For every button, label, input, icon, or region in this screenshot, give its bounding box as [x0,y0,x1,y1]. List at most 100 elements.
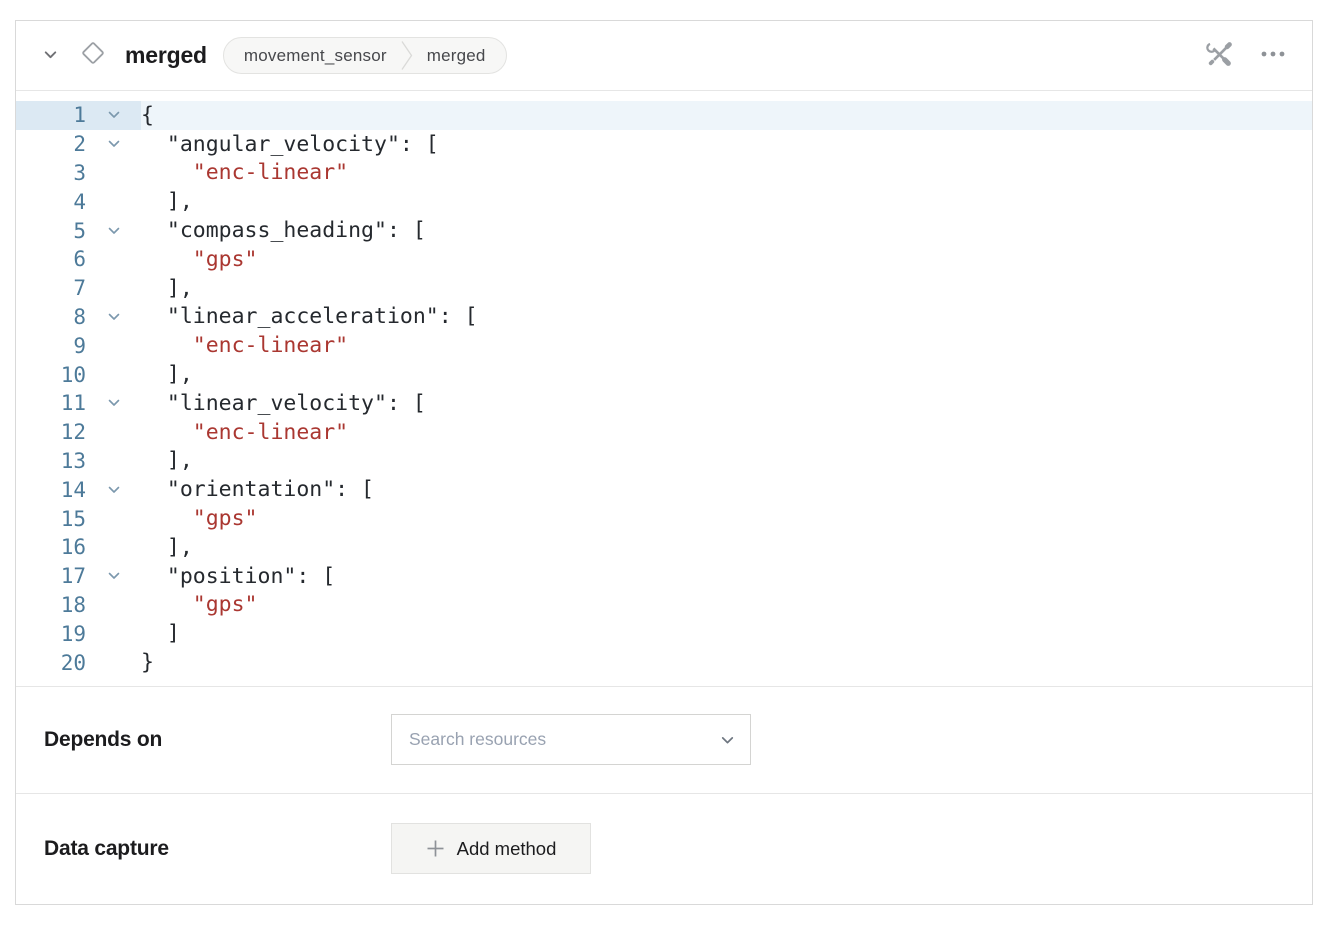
line-number: 7 [16,274,86,303]
code-text: { [141,101,1312,130]
component-card: merged movement_sensor merged [15,20,1313,905]
line-number: 4 [16,187,86,216]
code-line[interactable]: 13 ], [16,447,1312,476]
code-line[interactable]: 4 ], [16,187,1312,216]
code-text: ] [141,619,1312,648]
ellipsis-icon [1260,41,1286,70]
json-editor[interactable]: 1{2 "angular_velocity": [3 "enc-linear"4… [16,91,1312,687]
fold-gutter-empty [86,331,141,360]
data-capture-label: Data capture [44,837,391,861]
data-capture-section: Data capture Add method [16,794,1312,904]
json-string-value: "gps" [193,592,258,617]
code-text: "linear_acceleration": [ [141,303,1312,332]
code-text: "orientation": [ [141,475,1312,504]
line-number: 3 [16,159,86,188]
fold-toggle-icon[interactable] [86,130,141,159]
more-menu-button[interactable] [1260,41,1286,70]
code-line[interactable]: 8 "linear_acceleration": [ [16,303,1312,332]
code-text: "enc-linear" [141,159,1312,188]
line-number: 9 [16,331,86,360]
code-text: ], [141,274,1312,303]
line-number: 2 [16,130,86,159]
line-number: 8 [16,303,86,332]
fold-gutter-empty [86,274,141,303]
fold-toggle-icon[interactable] [86,101,141,130]
breadcrumb: movement_sensor merged [223,37,507,74]
code-text: ], [141,187,1312,216]
add-method-button[interactable]: Add method [391,823,591,874]
breadcrumb-divider-icon [401,40,413,71]
add-method-label: Add method [457,838,557,860]
code-line[interactable]: 5 "compass_heading": [ [16,216,1312,245]
code-text: "linear_velocity": [ [141,389,1312,418]
code-text: "position": [ [141,562,1312,591]
fold-gutter-empty [86,619,141,648]
code-line[interactable]: 7 ], [16,274,1312,303]
line-number: 15 [16,504,86,533]
json-string-value: "enc-linear" [193,333,348,358]
code-line[interactable]: 2 "angular_velocity": [ [16,130,1312,159]
line-number: 5 [16,216,86,245]
code-line[interactable]: 12 "enc-linear" [16,418,1312,447]
code-line[interactable]: 6 "gps" [16,245,1312,274]
fold-gutter-empty [86,360,141,389]
code-text: ], [141,447,1312,476]
component-title: merged [125,42,207,69]
code-line[interactable]: 11 "linear_velocity": [ [16,389,1312,418]
code-text: ], [141,533,1312,562]
code-line[interactable]: 20} [16,648,1312,677]
code-line[interactable]: 17 "position": [ [16,562,1312,591]
fold-toggle-icon[interactable] [86,562,141,591]
fold-gutter-empty [86,591,141,620]
collapse-button[interactable] [42,46,59,66]
code-text: "angular_velocity": [ [141,130,1312,159]
fold-toggle-icon[interactable] [86,475,141,504]
json-string-value: "enc-linear" [193,160,348,185]
fold-gutter-empty [86,159,141,188]
line-number: 14 [16,475,86,504]
fold-toggle-icon[interactable] [86,216,141,245]
code-text: "gps" [141,504,1312,533]
code-line[interactable]: 3 "enc-linear" [16,159,1312,188]
code-line[interactable]: 1{ [16,101,1312,130]
code-line[interactable]: 14 "orientation": [ [16,475,1312,504]
code-text: "gps" [141,591,1312,620]
line-number: 19 [16,619,86,648]
code-text: } [141,648,1312,677]
code-text: "compass_heading": [ [141,216,1312,245]
tools-button[interactable] [1206,41,1233,71]
line-number: 17 [16,562,86,591]
line-number: 20 [16,648,86,677]
movement-sensor-component-icon [78,38,108,73]
json-string-value: "gps" [193,247,258,272]
line-number: 10 [16,360,86,389]
depends-on-section: Depends on [16,687,1312,794]
fold-gutter-empty [86,245,141,274]
fold-gutter-empty [86,187,141,216]
code-text: ], [141,360,1312,389]
line-number: 1 [16,101,86,130]
search-resources-input[interactable] [391,714,751,765]
line-number: 13 [16,447,86,476]
breadcrumb-name: merged [427,46,486,66]
code-text: "enc-linear" [141,331,1312,360]
line-number: 16 [16,533,86,562]
depends-on-label: Depends on [44,728,391,752]
fold-gutter-empty [86,418,141,447]
code-text: "enc-linear" [141,418,1312,447]
json-string-value: "gps" [193,506,258,531]
fold-toggle-icon[interactable] [86,389,141,418]
depends-on-select[interactable] [391,714,751,765]
code-line[interactable]: 18 "gps" [16,591,1312,620]
code-line[interactable]: 16 ], [16,533,1312,562]
code-line[interactable]: 15 "gps" [16,504,1312,533]
code-text: "gps" [141,245,1312,274]
line-number: 6 [16,245,86,274]
line-number: 11 [16,389,86,418]
fold-gutter-empty [86,648,141,677]
code-line[interactable]: 9 "enc-linear" [16,331,1312,360]
code-line[interactable]: 10 ], [16,360,1312,389]
line-number: 12 [16,418,86,447]
fold-toggle-icon[interactable] [86,303,141,332]
code-line[interactable]: 19 ] [16,619,1312,648]
